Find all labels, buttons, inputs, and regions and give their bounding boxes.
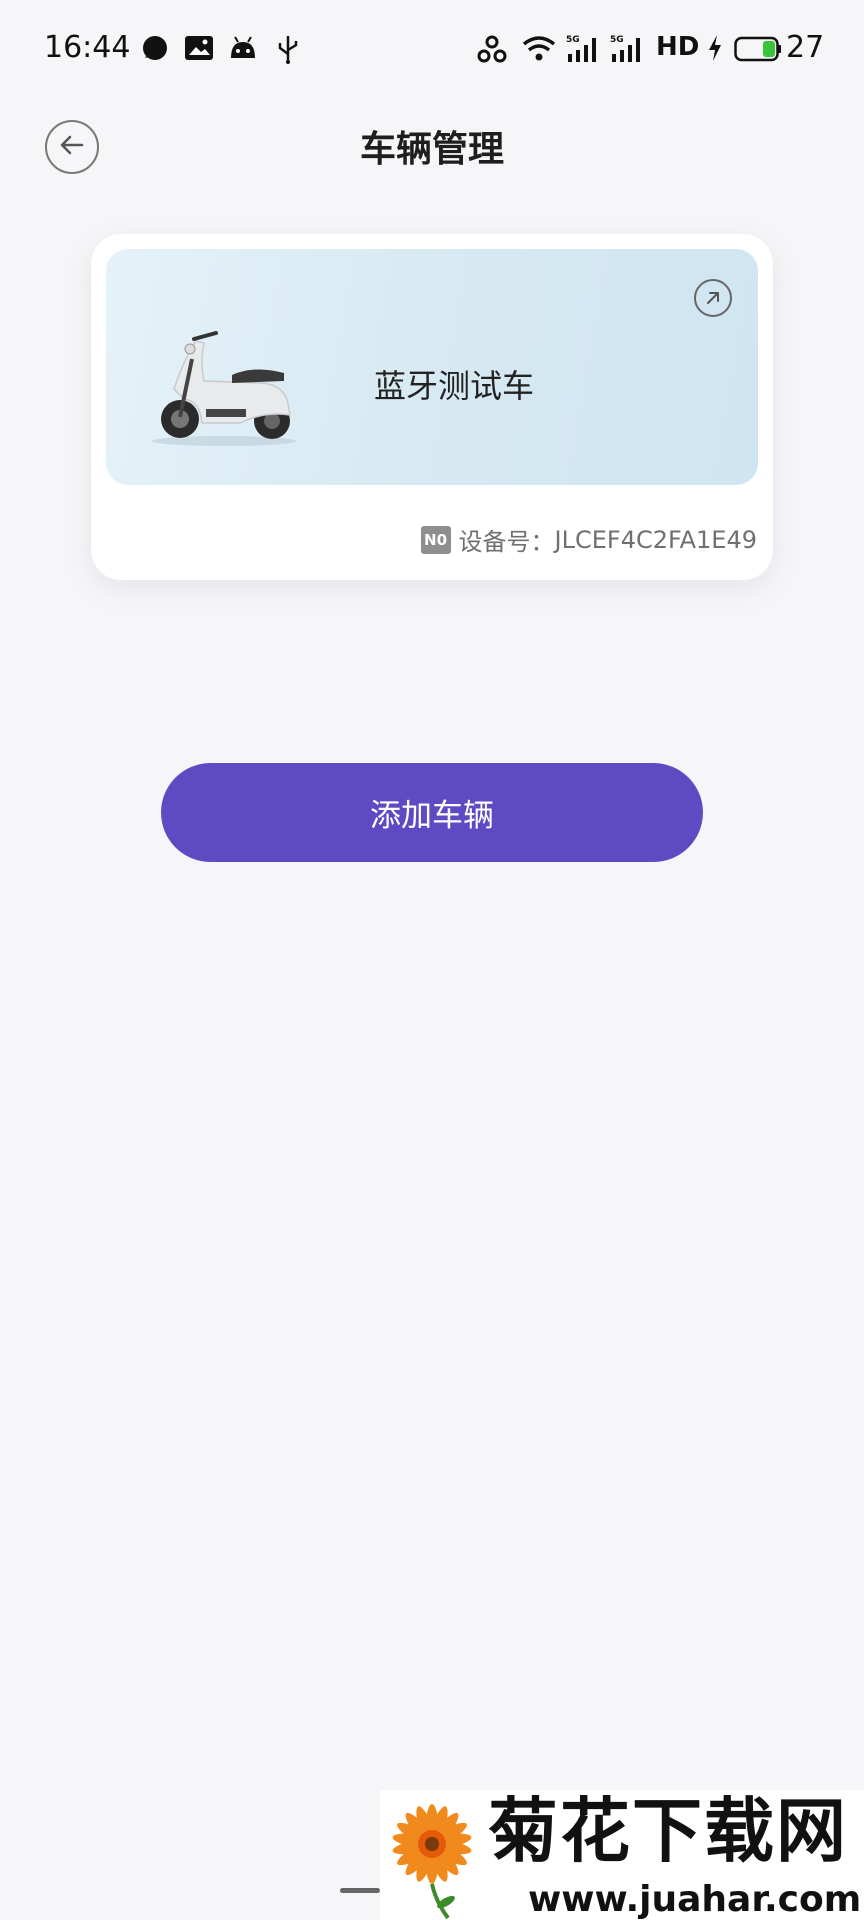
watermark: 菊花下载网 www.juahar.com (380, 1790, 864, 1920)
device-id-icon: N0 (420, 525, 451, 554)
device-id-value: JLCEF4C2FA1E49 (554, 525, 757, 554)
wifi-icon (522, 34, 556, 66)
hd-label: HD (656, 32, 700, 62)
scooter-image (144, 319, 304, 453)
status-bar: 16:44 5G 5G HD 27 (0, 0, 864, 100)
signal-5g-icon: 5G (566, 34, 602, 68)
signal-5g-icon: 5G (610, 34, 646, 68)
usb-icon (276, 34, 300, 68)
android-icon (228, 34, 258, 66)
vehicle-name: 蓝牙测试车 (374, 367, 535, 405)
page-title: 车辆管理 (359, 129, 504, 170)
vehicle-card[interactable]: 蓝牙测试车 N0 设备号： JLCEF4C2FA1E49 (91, 234, 773, 580)
watermark-url: www.juahar.com (528, 1879, 862, 1920)
flower-logo-icon (380, 1792, 484, 1920)
add-vehicle-button[interactable]: 添加车辆 (161, 763, 703, 862)
watermark-title: 菊花下载网 (488, 1790, 848, 1872)
device-id-label: 设备号： (458, 528, 555, 556)
hotspot-icon (476, 34, 508, 68)
svg-text:5G: 5G (566, 35, 580, 45)
svg-text:5G: 5G (610, 35, 624, 45)
message-icon (140, 34, 170, 68)
arrow-up-right-icon[interactable] (694, 279, 732, 317)
gallery-icon (184, 34, 214, 66)
battery-icon (734, 36, 782, 66)
vehicle-banner[interactable]: 蓝牙测试车 (106, 249, 758, 485)
charging-icon (706, 34, 724, 66)
device-id-row: N0 设备号： JLCEF4C2FA1E49 (420, 522, 757, 557)
battery-level: 27 (786, 30, 825, 65)
status-time: 16:44 (44, 30, 131, 65)
home-indicator (340, 1888, 380, 1893)
